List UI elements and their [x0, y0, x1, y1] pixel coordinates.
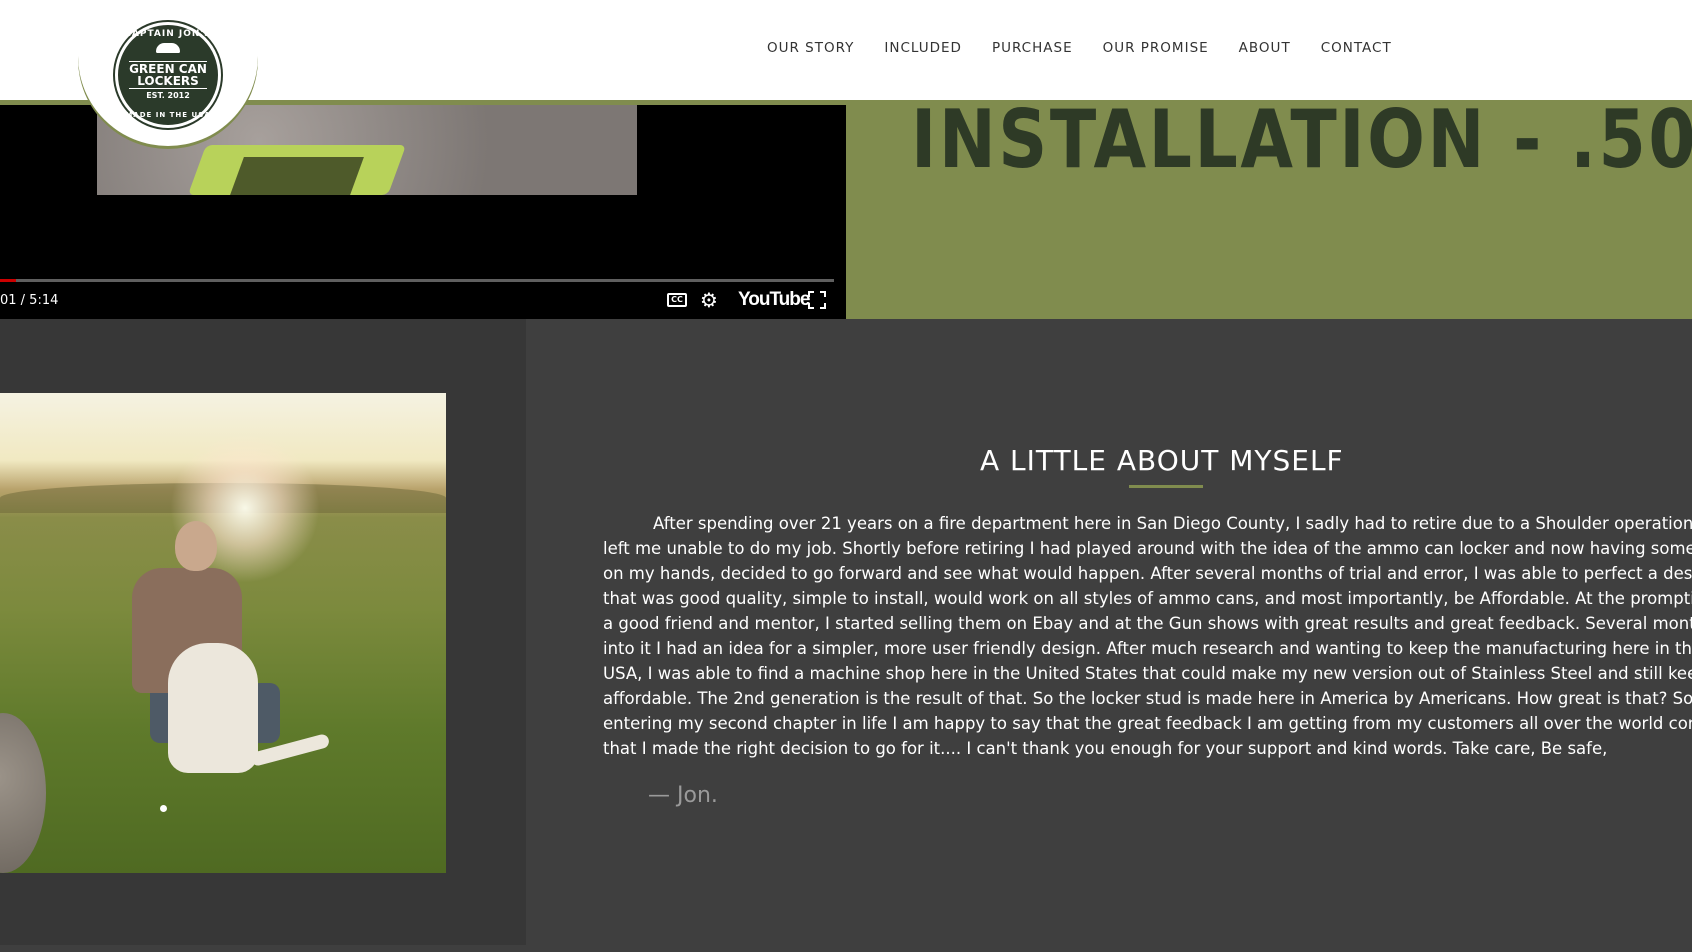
nav-included[interactable]: INCLUDED [884, 40, 962, 56]
nav-about[interactable]: ABOUT [1239, 40, 1291, 56]
video-time-display: 01 / 5:14 [0, 293, 59, 308]
photo-dot [160, 805, 167, 812]
logo-bottom-text: MADE IN THE USA [125, 111, 211, 119]
main-nav: OUR STORY INCLUDED PURCHASE OUR PROMISE … [767, 40, 1422, 56]
about-heading: A LITTLE ABOUT MYSELF [980, 444, 1344, 477]
youtube-video-player[interactable]: 01 / 5:14 CC ⚙ YouTube [0, 105, 846, 319]
video-object-shadow [230, 157, 364, 195]
about-body-text: After spending over 21 years on a fire d… [603, 514, 1692, 758]
gear-icon[interactable]: ⚙ [700, 288, 718, 312]
site-logo[interactable]: CAPTAIN JON'S GREEN CAN LOCKERS EST. 201… [115, 22, 221, 128]
header-divider [0, 100, 1692, 105]
logo-top-text: CAPTAIN JON'S [124, 29, 212, 39]
photo-rock [0, 713, 46, 873]
captain-hat-icon [156, 43, 180, 53]
logo-est: EST. 2012 [146, 90, 190, 100]
logo-line-2: LOCKERS [137, 73, 199, 88]
banner-title: INSTALLATION - .50 CA [911, 105, 1692, 186]
youtube-logo[interactable]: YouTube [738, 288, 810, 312]
about-signature: — Jon. [648, 783, 718, 808]
closed-captions-icon[interactable]: CC [667, 293, 687, 307]
photo-dog [168, 643, 258, 773]
photo-person-head [175, 521, 217, 571]
jon-with-dog-photo [0, 393, 446, 873]
logo-line-1: GREEN CAN [129, 61, 207, 76]
installation-banner: INSTALLATION - .50 CA [846, 105, 1692, 319]
logo-wordmark: GREEN CAN LOCKERS [129, 60, 207, 89]
nav-our-promise[interactable]: OUR PROMISE [1103, 40, 1209, 56]
nav-purchase[interactable]: PURCHASE [992, 40, 1073, 56]
about-heading-underline [1129, 485, 1203, 488]
fullscreen-icon[interactable] [808, 291, 826, 309]
nav-our-story[interactable]: OUR STORY [767, 40, 854, 56]
nav-contact[interactable]: CONTACT [1321, 40, 1392, 56]
video-progress-bar[interactable] [0, 279, 834, 282]
video-progress-fill [0, 279, 16, 282]
